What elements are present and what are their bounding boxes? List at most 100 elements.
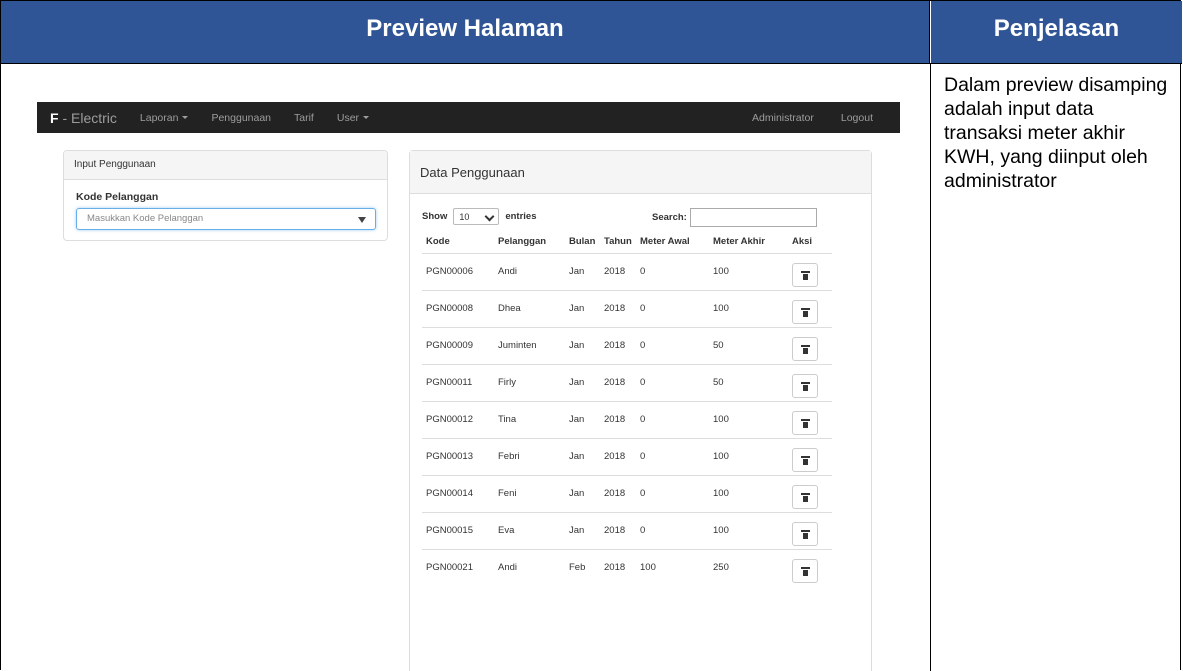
- cell-pelanggan: Feni: [498, 475, 569, 513]
- cell-meter-awal: 0: [640, 253, 713, 291]
- cell-tahun: 2018: [604, 512, 640, 550]
- cell-meter-awal: 0: [640, 438, 713, 476]
- cell-aksi: [792, 475, 832, 513]
- col-bulan[interactable]: Bulan: [569, 229, 604, 254]
- nav-penggunaan[interactable]: Penggunaan: [211, 112, 271, 124]
- cell-aksi: [792, 438, 832, 476]
- brand-letter: F: [50, 109, 59, 126]
- table-row: PGN00014 Feni Jan 2018 0 100: [422, 475, 832, 513]
- col-pelanggan[interactable]: Pelanggan: [498, 229, 569, 254]
- delete-button[interactable]: [792, 263, 818, 287]
- search-label: Search:: [652, 212, 687, 223]
- cell-meter-awal: 0: [640, 364, 713, 402]
- nav-user[interactable]: User: [337, 112, 370, 124]
- cell-pelanggan: Eva: [498, 512, 569, 550]
- trash-icon: [801, 308, 810, 317]
- table-row: PGN00012 Tina Jan 2018 0 100: [422, 401, 832, 439]
- cell-meter-akhir: 50: [713, 327, 792, 365]
- document-table: Preview Halaman Penjelasan Dalam preview…: [0, 0, 1182, 671]
- table-row: PGN00015 Eva Jan 2018 0 100: [422, 512, 832, 550]
- trash-icon: [801, 493, 810, 502]
- nav-laporan[interactable]: Laporan: [140, 112, 189, 124]
- col-tahun[interactable]: Tahun: [604, 229, 640, 254]
- kode-pelanggan-select[interactable]: Masukkan Kode Pelanggan: [76, 208, 376, 230]
- entries-select[interactable]: 10: [453, 208, 500, 225]
- cell-bulan: Jan: [569, 512, 604, 550]
- cell-meter-awal: 0: [640, 327, 713, 365]
- explain-header-text: Penjelasan: [993, 15, 1120, 42]
- cell-meter-awal: 100: [640, 549, 713, 586]
- data-panel-title: Data Penggunaan: [410, 151, 871, 194]
- brand-name: - Electric: [58, 109, 117, 126]
- cell-pelanggan: Andi: [498, 549, 569, 586]
- cell-kode: PGN00013: [422, 438, 498, 476]
- delete-button[interactable]: [792, 559, 818, 583]
- cell-meter-akhir: 50: [713, 364, 792, 402]
- cell-pelanggan: Andi: [498, 253, 569, 291]
- cell-tahun: 2018: [604, 401, 640, 439]
- cell-aksi: [792, 512, 832, 550]
- table-row: PGN00021 Andi Feb 2018 100 250: [422, 549, 832, 586]
- explain-column-header: Penjelasan: [931, 1, 1182, 63]
- search-input[interactable]: [689, 208, 817, 227]
- trash-icon: [801, 419, 810, 428]
- cell-tahun: 2018: [604, 253, 640, 291]
- cell-aksi: [792, 290, 832, 328]
- cell-kode: PGN00015: [422, 512, 498, 550]
- col-meter-akhir[interactable]: Meter Akhir: [713, 229, 792, 254]
- table-header-row: Kode Pelanggan Bulan Tahun Meter Awal Me…: [422, 229, 832, 254]
- col-aksi: Aksi: [792, 235, 813, 247]
- cell-aksi: [792, 549, 832, 586]
- nav-administrator[interactable]: Administrator: [752, 112, 814, 124]
- cell-pelanggan: Tina: [498, 401, 569, 439]
- cell-meter-akhir: 250: [713, 549, 792, 586]
- nav-tarif[interactable]: Tarif: [294, 112, 314, 124]
- cell-bulan: Jan: [569, 438, 604, 476]
- entries-length-control: Show 10 entries: [422, 208, 537, 225]
- delete-button[interactable]: [792, 522, 818, 546]
- cell-tahun: 2018: [604, 327, 640, 365]
- cell-aksi: [792, 401, 832, 439]
- col-meter-awal[interactable]: Meter Awal: [640, 229, 713, 254]
- cell-meter-akhir: 100: [713, 401, 792, 439]
- trash-icon: [801, 530, 810, 539]
- app-navbar: F - Electric Laporan Penggunaan Tarif Us…: [37, 102, 900, 133]
- kode-pelanggan-placeholder: Masukkan Kode Pelanggan: [87, 213, 204, 224]
- caret-down-icon: [363, 116, 370, 120]
- cell-aksi: [792, 253, 832, 291]
- caret-down-icon: [182, 116, 189, 120]
- cell-tahun: 2018: [604, 475, 640, 513]
- trash-icon: [801, 456, 810, 465]
- cell-tahun: 2018: [604, 290, 640, 328]
- cell-meter-akhir: 100: [713, 512, 792, 550]
- search-control: Search:: [652, 208, 817, 227]
- col-kode[interactable]: Kode: [422, 229, 498, 254]
- delete-button[interactable]: [792, 337, 818, 361]
- table-row: PGN00011 Firly Jan 2018 0 50: [422, 364, 832, 402]
- cell-kode: PGN00021: [422, 549, 498, 586]
- trash-icon: [801, 567, 810, 576]
- cell-kode: PGN00014: [422, 475, 498, 513]
- cell-kode: PGN00008: [422, 290, 498, 328]
- cell-meter-awal: 0: [640, 475, 713, 513]
- table-row: PGN00006 Andi Jan 2018 0 100: [422, 253, 832, 291]
- explanation-text: Dalam preview disamping adalah input dat…: [944, 74, 1168, 192]
- cell-meter-akhir: 100: [713, 475, 792, 513]
- data-penggunaan-panel: Data Penggunaan Show 10 entries Search: …: [409, 150, 872, 671]
- table-row: PGN00013 Febri Jan 2018 0 100: [422, 438, 832, 476]
- delete-button[interactable]: [792, 485, 818, 509]
- cell-bulan: Jan: [569, 290, 604, 328]
- preview-header-text: Preview Halaman: [366, 15, 564, 42]
- entries-label: entries: [505, 211, 537, 222]
- table-row: PGN00009 Juminten Jan 2018 0 50: [422, 327, 832, 365]
- cell-meter-awal: 0: [640, 290, 713, 328]
- delete-button[interactable]: [792, 300, 818, 324]
- delete-button[interactable]: [792, 448, 818, 472]
- delete-button[interactable]: [792, 374, 818, 398]
- cell-bulan: Jan: [569, 401, 604, 439]
- brand-logo[interactable]: F - Electric: [50, 110, 117, 126]
- delete-button[interactable]: [792, 411, 818, 435]
- cell-bulan: Jan: [569, 364, 604, 402]
- cell-meter-awal: 0: [640, 401, 713, 439]
- nav-logout[interactable]: Logout: [841, 112, 873, 124]
